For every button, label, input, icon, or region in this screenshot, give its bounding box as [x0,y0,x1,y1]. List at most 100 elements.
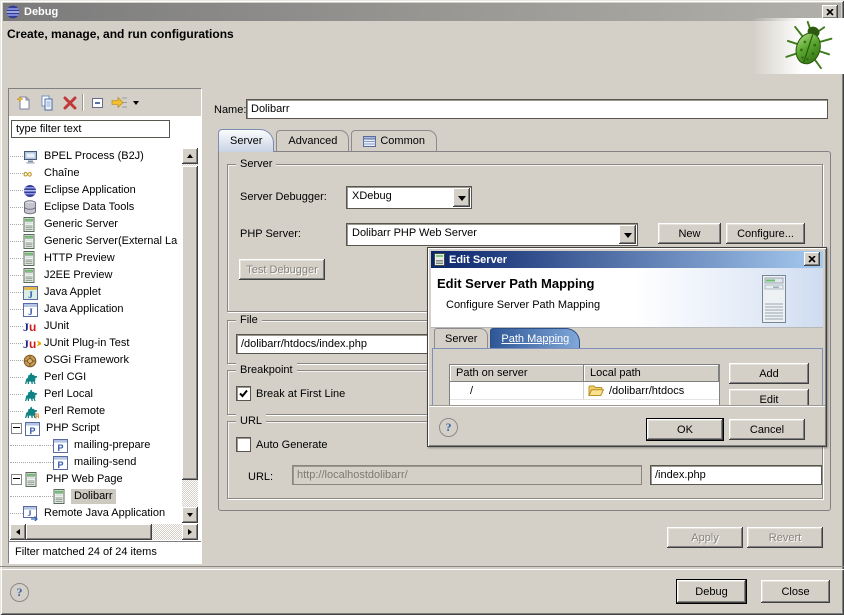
svg-text:J: J [28,307,33,317]
tab-server[interactable]: Server [218,129,274,152]
break-first-line-checkbox[interactable] [236,386,251,401]
horizontal-scroll-thumb[interactable] [26,524,152,540]
edit-server-header: Edit Server Path Mapping Configure Serve… [431,268,823,328]
column-header-path-on-server[interactable]: Path on server [450,365,584,382]
php-server-select[interactable]: Dolibarr PHP Web Server [346,223,638,246]
delete-config-button[interactable] [59,92,80,113]
eclipse-logo-icon [6,5,20,19]
edit-server-dialog: Edit Server Edit Server Path Mapping Con… [427,247,827,447]
scroll-up-button[interactable] [182,148,198,164]
dialog-help-button[interactable]: ? [439,418,458,437]
tree-item-mailing-prepare[interactable]: Pmailing-prepare [10,437,182,454]
tree-item-osgi-framework[interactable]: OSGi Framework [10,352,182,369]
scroll-down-button[interactable] [182,507,198,523]
scroll-right-button[interactable] [182,524,198,540]
test-debugger-button[interactable]: Test Debugger [239,259,325,280]
new-config-icon [16,95,32,111]
cancel-button[interactable]: Cancel [729,419,805,440]
tree-item-php-web-page[interactable]: PHP Web Page [10,471,182,488]
ok-button[interactable]: OK [647,419,723,440]
vertical-scroll-thumb[interactable] [182,166,198,480]
config-tabs: Server Advanced Common [218,130,439,152]
camel-remote-icon: R [23,404,41,420]
new-server-button[interactable]: New [658,223,721,244]
scroll-left-button[interactable] [10,524,26,540]
server-icon [23,217,41,233]
expander-php-web-page[interactable] [11,474,22,485]
tree-item-java-application[interactable]: JJava Application [10,301,182,318]
url-base-input[interactable] [292,465,642,485]
camel-icon [23,387,41,403]
tree-item-generic-server[interactable]: Generic Server [10,216,182,233]
php-server-label: PHP Server: [240,228,301,240]
config-type-tree[interactable]: BPEL Process (B2J)∞ChaîneEclipse Applica… [10,148,182,522]
tree-item-junit[interactable]: JuJUnit [10,318,182,335]
chevron-down-icon[interactable] [453,188,470,207]
server-icon [434,253,445,266]
tree-item-perl-local[interactable]: Perl Local [10,386,182,403]
delete-icon [63,96,77,110]
php-window-icon: P [53,455,71,471]
window-titlebar[interactable]: Debug [3,3,841,21]
duplicate-config-button[interactable] [36,92,57,113]
tree-item-eclipse-data-tools[interactable]: Eclipse Data Tools [10,199,182,216]
filter-button[interactable] [109,92,130,113]
path-mapping-table[interactable]: Path on server Local path //dolibarr/htd… [449,364,720,409]
tree-item-junit-plug-in-test[interactable]: Ju➤JUnit Plug-in Test [10,335,182,352]
tab-common[interactable]: Common [351,130,437,152]
osgi-icon [23,353,41,369]
tree-item-perl-cgi[interactable]: Perl CGI [10,369,182,386]
server-debugger-select[interactable]: XDebug [346,186,472,209]
php-window-icon: P [53,438,71,454]
expander-php-script[interactable] [11,423,22,434]
tree-item-java-applet[interactable]: JJava Applet [10,284,182,301]
url-path-input[interactable] [650,465,822,485]
arrow-right-icon [188,529,195,535]
arrow-down-icon [187,513,193,520]
collapse-all-button[interactable] [87,92,108,113]
debug-button[interactable]: Debug [677,580,746,603]
table-icon [363,136,376,147]
camel-icon [23,370,41,386]
configure-server-button[interactable]: Configure... [726,223,805,244]
add-mapping-button[interactable]: Add [729,363,809,384]
auto-generate-checkbox[interactable] [236,437,251,452]
tree-item-http-preview[interactable]: HTTP Preview [10,250,182,267]
help-button[interactable]: ? [10,583,29,602]
revert-button[interactable]: Revert [747,527,823,548]
apply-button[interactable]: Apply [667,527,743,548]
server-icon [53,489,71,505]
name-input[interactable] [246,99,828,119]
tree-item-generic-server-external-la[interactable]: Generic Server(External La [10,233,182,250]
tree-item-php-script[interactable]: PPHP Script [10,420,182,437]
tree-item-perl-remote[interactable]: RPerl Remote [10,403,182,420]
window-close-button[interactable] [822,5,838,19]
tree-item-remote-java-application[interactable]: JRemote Java Application [10,505,182,522]
tree-item-bpel-process-b2j[interactable]: BPEL Process (B2J) [10,148,182,165]
close-button[interactable]: Close [761,580,830,603]
tree-vertical-scrollbar[interactable] [182,148,198,523]
tree-item-mailing-send[interactable]: Pmailing-send [10,454,182,471]
tree-item-eclipse-application[interactable]: Eclipse Application [10,182,182,199]
type-filter-input[interactable] [11,120,170,138]
edit-server-close-button[interactable] [804,252,820,266]
tree-item-cha-ne[interactable]: ∞Chaîne [10,165,182,182]
tab-server-settings[interactable]: Server [434,328,488,349]
column-header-local-path[interactable]: Local path [584,365,719,382]
edit-server-titlebar[interactable]: Edit Server [431,251,823,268]
svg-text:P: P [57,442,63,452]
break-first-line-label: Break at First Line [256,388,345,400]
tree-item-dolibarr[interactable]: Dolibarr [10,488,182,505]
junit-plugin-icon: Ju➤ [23,336,41,352]
close-icon [808,256,816,263]
tree-item-j2ee-preview[interactable]: J2EE Preview [10,267,182,284]
tab-advanced[interactable]: Advanced [276,130,349,152]
check-icon [238,388,249,399]
tab-path-mapping[interactable]: Path Mapping [490,328,580,349]
chevron-down-icon[interactable] [619,225,636,244]
tree-horizontal-scrollbar[interactable] [10,524,198,540]
new-config-button[interactable] [13,92,34,113]
junit-icon: Ju [23,319,41,335]
breakpoint-group-title: Breakpoint [236,363,297,377]
filter-menu-button[interactable] [129,92,142,113]
